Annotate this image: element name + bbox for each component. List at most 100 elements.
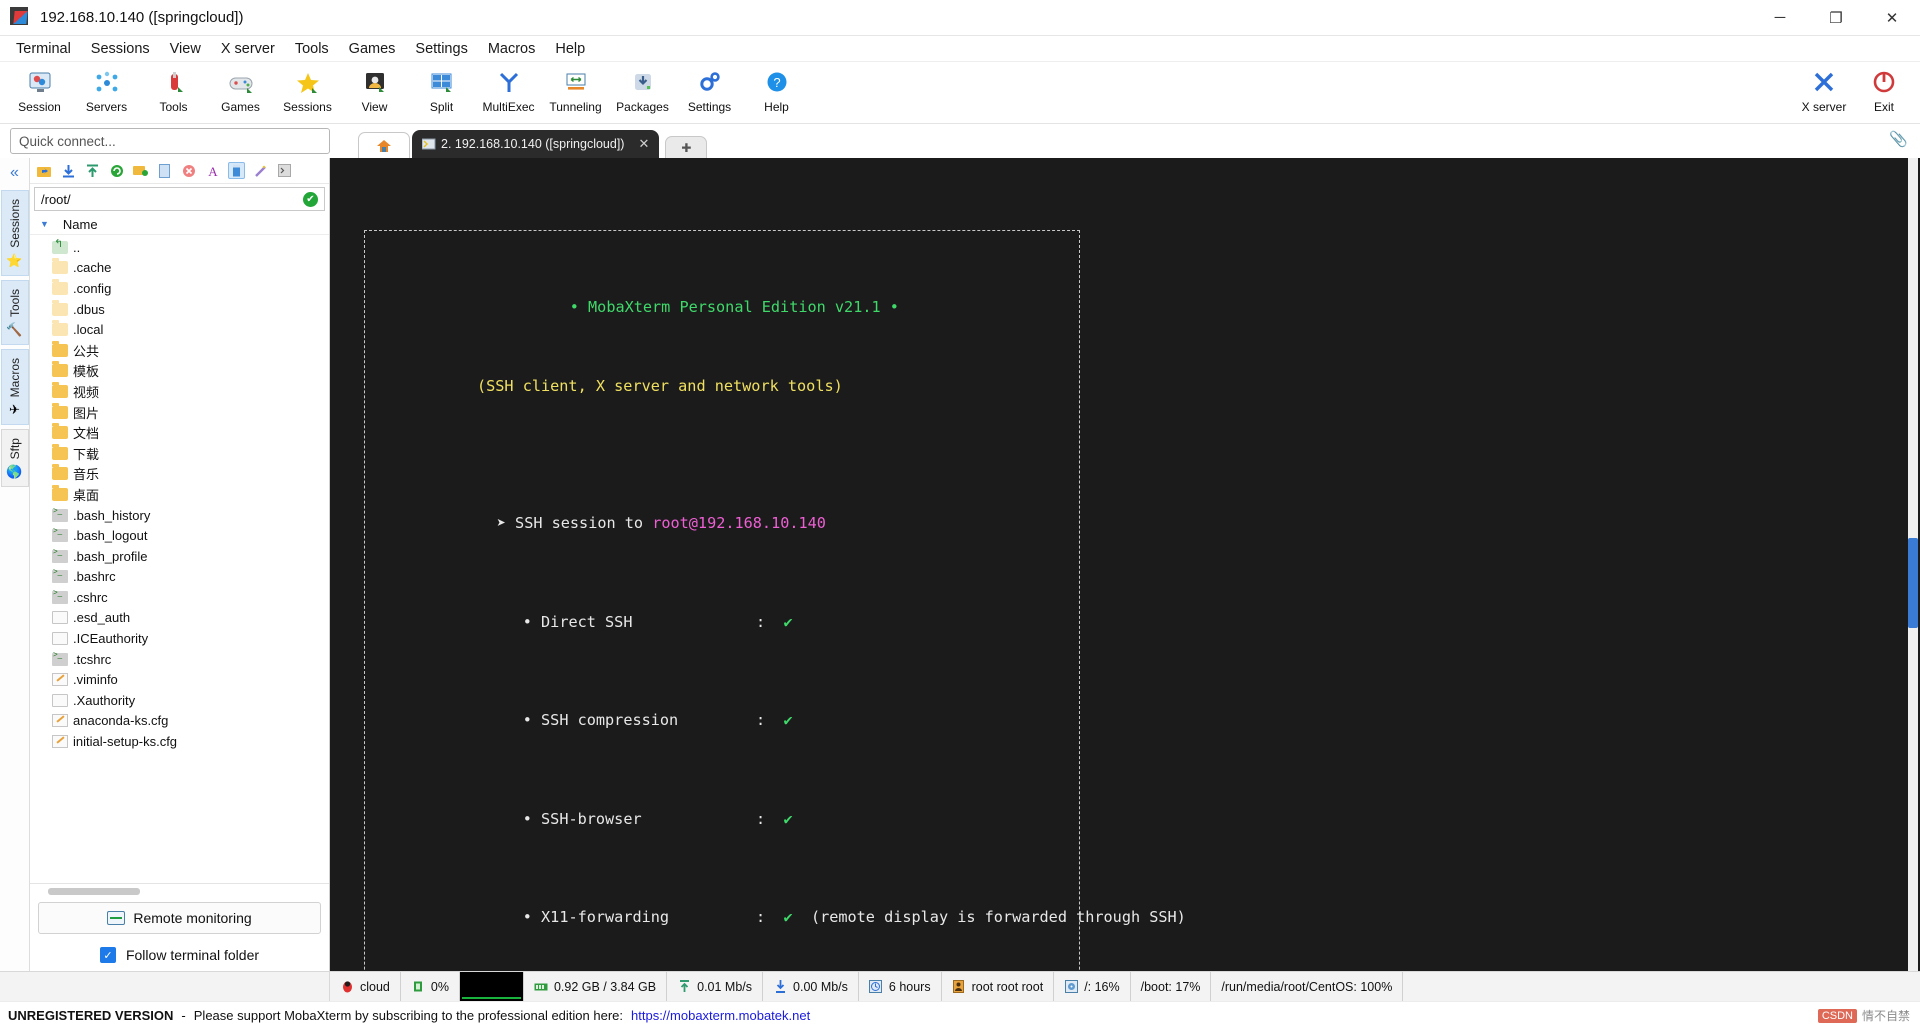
- rail-tab-sftp[interactable]: Sftp 🌎: [0, 429, 29, 488]
- file-list-item[interactable]: .cache: [30, 258, 329, 279]
- status-host[interactable]: cloud: [330, 972, 401, 1001]
- status-bar: cloud 0% 0.92 GB / 3.84 GB 0.01 Mb/s 0.0…: [0, 971, 1920, 1001]
- footer-link[interactable]: https://mobaxterm.mobatek.net: [631, 1008, 810, 1023]
- file-list-item[interactable]: .ICEauthority: [30, 628, 329, 649]
- tab-home[interactable]: [358, 132, 410, 158]
- remote-monitoring-button[interactable]: Remote monitoring: [38, 902, 321, 934]
- file-list-item[interactable]: 图片: [30, 402, 329, 423]
- toolbar-settings-button[interactable]: Settings: [676, 64, 743, 114]
- toolbar-tunneling-button[interactable]: Tunneling: [542, 64, 609, 114]
- toolbar-view-button[interactable]: View: [341, 64, 408, 114]
- status-disk-root[interactable]: /: 16%: [1054, 972, 1131, 1001]
- toolbar-x-server-button[interactable]: X server: [1794, 64, 1854, 114]
- rename-icon[interactable]: A: [204, 162, 221, 179]
- status-download[interactable]: 0.00 Mb/s: [763, 972, 859, 1001]
- upload-icon[interactable]: [84, 162, 101, 179]
- file-list-item[interactable]: .bash_history: [30, 505, 329, 526]
- file-list-item[interactable]: .bash_profile: [30, 546, 329, 567]
- horizontal-scrollbar[interactable]: [48, 888, 140, 895]
- terminal-output[interactable]: • MobaXterm Personal Edition v21.1 • (SS…: [330, 158, 1920, 971]
- sftp-file-list[interactable]: .. .cache .config .dbus .local 公共模板视频图片文档下载音乐…: [30, 235, 329, 883]
- menu-games[interactable]: Games: [339, 39, 406, 59]
- toolbar-exit-button[interactable]: Exit: [1854, 64, 1914, 114]
- file-list-item[interactable]: ..: [30, 237, 329, 258]
- status-memory[interactable]: 0.92 GB / 3.84 GB: [524, 972, 668, 1001]
- file-list-item[interactable]: .bash_logout: [30, 525, 329, 546]
- file-list-item[interactable]: anaconda-ks.cfg: [30, 711, 329, 732]
- new-file-icon[interactable]: [156, 162, 173, 179]
- file-list-item[interactable]: 视频: [30, 381, 329, 402]
- quick-connect-input[interactable]: Quick connect...: [10, 128, 330, 154]
- status-upload[interactable]: 0.01 Mb/s: [667, 972, 764, 1001]
- menu-x-server[interactable]: X server: [211, 39, 285, 59]
- file-list-item[interactable]: initial-setup-ks.cfg: [30, 731, 329, 752]
- status-uptime[interactable]: 6 hours: [859, 972, 942, 1001]
- terminal-icon[interactable]: [276, 162, 293, 179]
- toolbar-tools-button[interactable]: Tools: [140, 64, 207, 114]
- menu-help[interactable]: Help: [545, 39, 595, 59]
- menu-settings[interactable]: Settings: [405, 39, 477, 59]
- toolbar-session-button[interactable]: Session: [6, 64, 73, 114]
- file-list-item[interactable]: 模板: [30, 361, 329, 382]
- sftp-column-header[interactable]: ▼ Name: [30, 214, 329, 235]
- close-button[interactable]: ✕: [1864, 0, 1920, 36]
- minimize-button[interactable]: ─: [1752, 0, 1808, 36]
- file-list-item[interactable]: 桌面: [30, 484, 329, 505]
- collapse-panel-icon[interactable]: «: [10, 164, 19, 182]
- refresh-icon[interactable]: [108, 162, 125, 179]
- rail-tab-macros[interactable]: Macros ✈: [0, 348, 29, 426]
- checkbox-checked-icon[interactable]: ✓: [99, 947, 116, 963]
- toolbar-packages-button[interactable]: Packages: [609, 64, 676, 114]
- new-tab-button[interactable]: ✚: [665, 136, 708, 158]
- follow-terminal-folder-row[interactable]: ✓ Follow terminal folder: [38, 947, 321, 963]
- status-cpu[interactable]: 0%: [401, 972, 460, 1001]
- parent-folder-icon[interactable]: [36, 162, 53, 179]
- toolbar-help-button[interactable]: ? Help: [743, 64, 810, 114]
- download-icon[interactable]: [60, 162, 77, 179]
- terminal-scrollbar-thumb[interactable]: [1908, 538, 1918, 628]
- file-list-item[interactable]: .tcshrc: [30, 649, 329, 670]
- status-disk-media[interactable]: /run/media/root/CentOS: 100%: [1211, 972, 1404, 1001]
- banner-item-1-label: SSH compression: [541, 711, 679, 730]
- maximize-button[interactable]: ❐: [1808, 0, 1864, 36]
- file-list-item[interactable]: 文档: [30, 422, 329, 443]
- file-list-item[interactable]: 音乐: [30, 464, 329, 485]
- delete-icon[interactable]: [180, 162, 197, 179]
- file-list-item[interactable]: .config: [30, 278, 329, 299]
- tab-session-active[interactable]: 2. 192.168.10.140 ([springcloud]) ✕: [412, 130, 660, 158]
- file-list-item[interactable]: 下载: [30, 443, 329, 464]
- toolbar-sessions-button[interactable]: Sessions: [274, 64, 341, 114]
- menu-terminal[interactable]: Terminal: [6, 39, 81, 59]
- file-list-item[interactable]: .esd_auth: [30, 608, 329, 629]
- toolbar-multiexec-button[interactable]: MultiExec: [475, 64, 542, 114]
- watermark-badge: CSDN: [1817, 1008, 1857, 1023]
- tab-close-icon[interactable]: ✕: [638, 136, 649, 152]
- status-graph-panel[interactable]: [459, 972, 524, 1001]
- sftp-path-field[interactable]: /root/ ✔: [34, 187, 325, 211]
- rail-tab-sessions[interactable]: Sessions ⭐: [0, 190, 29, 276]
- toolbar-games-button[interactable]: Games: [207, 64, 274, 114]
- file-list-item[interactable]: 公共: [30, 340, 329, 361]
- rail-tab-tools[interactable]: Tools 🔨: [0, 279, 29, 345]
- status-disk-boot[interactable]: /boot: 17%: [1131, 972, 1212, 1001]
- file-list-item[interactable]: .dbus: [30, 299, 329, 320]
- status-user[interactable]: root root root: [942, 972, 1055, 1001]
- file-list-item[interactable]: .local: [30, 319, 329, 340]
- banner-item-3-note: (remote display is forwarded through SSH…: [810, 908, 1186, 927]
- clipboard-icon[interactable]: 📎: [1889, 130, 1908, 148]
- terminal-scrollbar[interactable]: [1908, 158, 1918, 971]
- menu-tools[interactable]: Tools: [285, 39, 339, 59]
- text-view-icon[interactable]: [228, 162, 245, 179]
- file-list-item[interactable]: .bashrc: [30, 567, 329, 588]
- toolbar-split-button[interactable]: Split: [408, 64, 475, 114]
- menu-macros[interactable]: Macros: [478, 39, 546, 59]
- toolbar-servers-button[interactable]: Servers: [73, 64, 140, 114]
- new-folder-icon[interactable]: [132, 162, 149, 179]
- menu-view[interactable]: View: [160, 39, 211, 59]
- menu-sessions[interactable]: Sessions: [81, 39, 160, 59]
- settings-gear-icon: [697, 68, 723, 98]
- file-list-item[interactable]: .cshrc: [30, 587, 329, 608]
- magic-icon[interactable]: [252, 162, 269, 179]
- file-list-item[interactable]: .viminfo: [30, 669, 329, 690]
- file-list-item[interactable]: .Xauthority: [30, 690, 329, 711]
